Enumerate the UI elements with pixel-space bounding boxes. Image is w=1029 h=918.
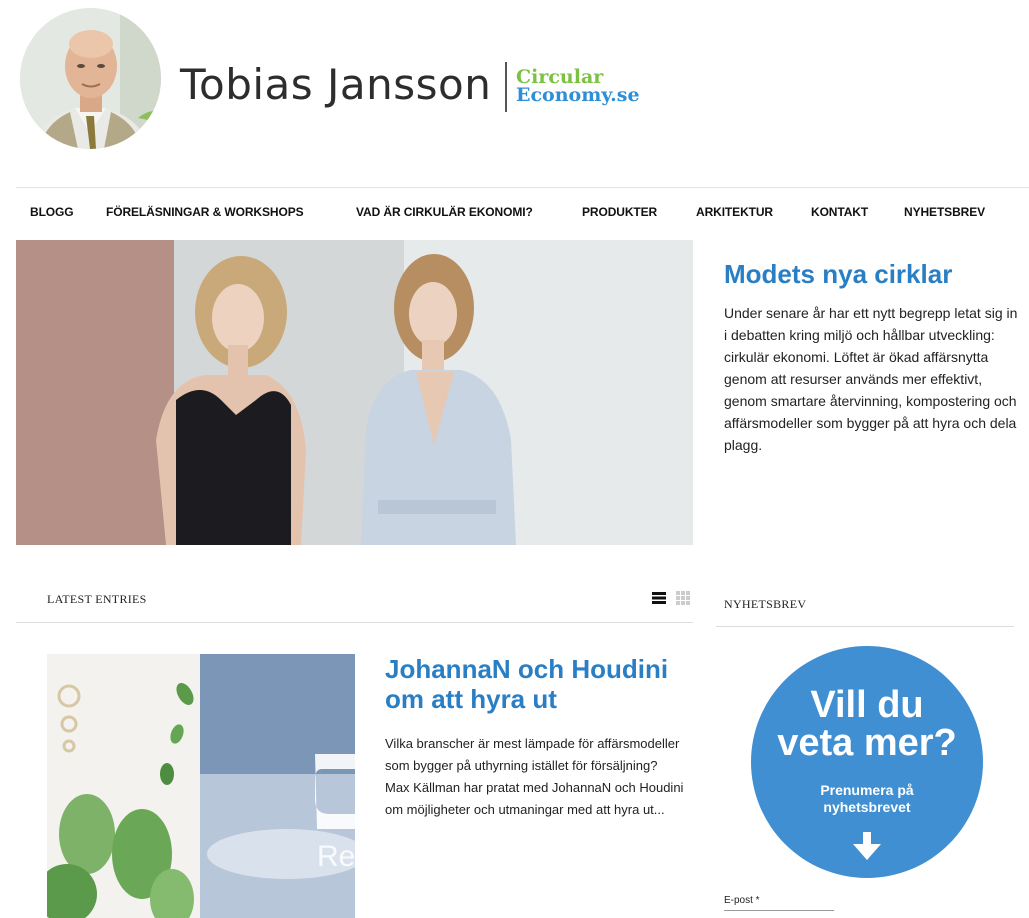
featured-summary: Modets nya cirklar Under senare år har e… (724, 258, 1024, 456)
author-portrait-image (20, 8, 161, 149)
email-field[interactable] (724, 910, 834, 918)
nav-item-arkitektur[interactable]: ARKITEKTUR (696, 205, 773, 219)
newsletter-signup-badge[interactable]: Vill du veta mer? Prenumera på nyhetsbre… (751, 646, 983, 878)
title-divider (505, 62, 507, 112)
grid-view-icon[interactable] (676, 591, 690, 605)
featured-text: Under senare år har ett nytt begrepp let… (724, 305, 1018, 453)
post-thumbnail[interactable]: Re (47, 654, 355, 918)
nav-item-forelasningar[interactable]: FÖRELÄSNINGAR & WORKSHOPS (106, 205, 304, 219)
nav-item-kontakt[interactable]: KONTAKT (811, 205, 868, 219)
circular-economy-logo[interactable]: Circular Economy.se (516, 68, 640, 106)
nav-item-nyhetsbrev[interactable]: NYHETSBREV (904, 205, 985, 219)
author-avatar (20, 8, 161, 149)
list-view-icon[interactable] (652, 591, 666, 605)
post-thumbnail-image: Re (47, 654, 355, 918)
view-toggle (652, 591, 692, 605)
post-excerpt: Vilka branscher är mest lämpade för affä… (385, 736, 684, 817)
nav-item-produkter[interactable]: PRODUKTER (582, 205, 657, 219)
logo-line-economy: Economy.se (516, 84, 640, 106)
newsletter-headline-line1: Vill du (810, 684, 924, 726)
newsletter-subtext-line1: Prenumera på (820, 782, 914, 798)
thumbnail-overlay-text: Re (317, 840, 355, 873)
newsletter-subtext: Prenumera på nyhetsbrevet (751, 782, 983, 816)
site-title[interactable]: Tobias Jansson (180, 60, 491, 109)
main-navigation: BLOGG FÖRELÄSNINGAR & WORKSHOPS VAD ÄR C… (0, 205, 1029, 225)
nav-item-vad-ar-cirkular-ekonomi[interactable]: VAD ÄR CIRKULÄR EKONOMI? (356, 205, 533, 219)
newsletter-headline: Vill du veta mer? (751, 686, 983, 762)
email-field-label: E-post * (724, 895, 760, 906)
newsletter-headline-line2: veta mer? (777, 722, 957, 764)
post-title[interactable]: JohannaN och Houdini om att hyra ut (385, 654, 685, 714)
newsletter-heading: NYHETSBREV (724, 597, 807, 611)
featured-image[interactable] (16, 240, 693, 545)
arrow-down-icon (853, 832, 881, 860)
fashion-models-photo (16, 240, 693, 545)
newsletter-subtext-line2: nyhetsbrevet (823, 799, 911, 815)
featured-title[interactable]: Modets nya cirklar (724, 258, 1024, 290)
latest-entries-heading: LATEST ENTRIES (47, 592, 147, 606)
latest-entries-divider (16, 622, 693, 623)
nav-item-blogg[interactable]: BLOGG (30, 205, 74, 219)
newsletter-divider (716, 626, 1014, 627)
header-divider (16, 187, 1029, 188)
